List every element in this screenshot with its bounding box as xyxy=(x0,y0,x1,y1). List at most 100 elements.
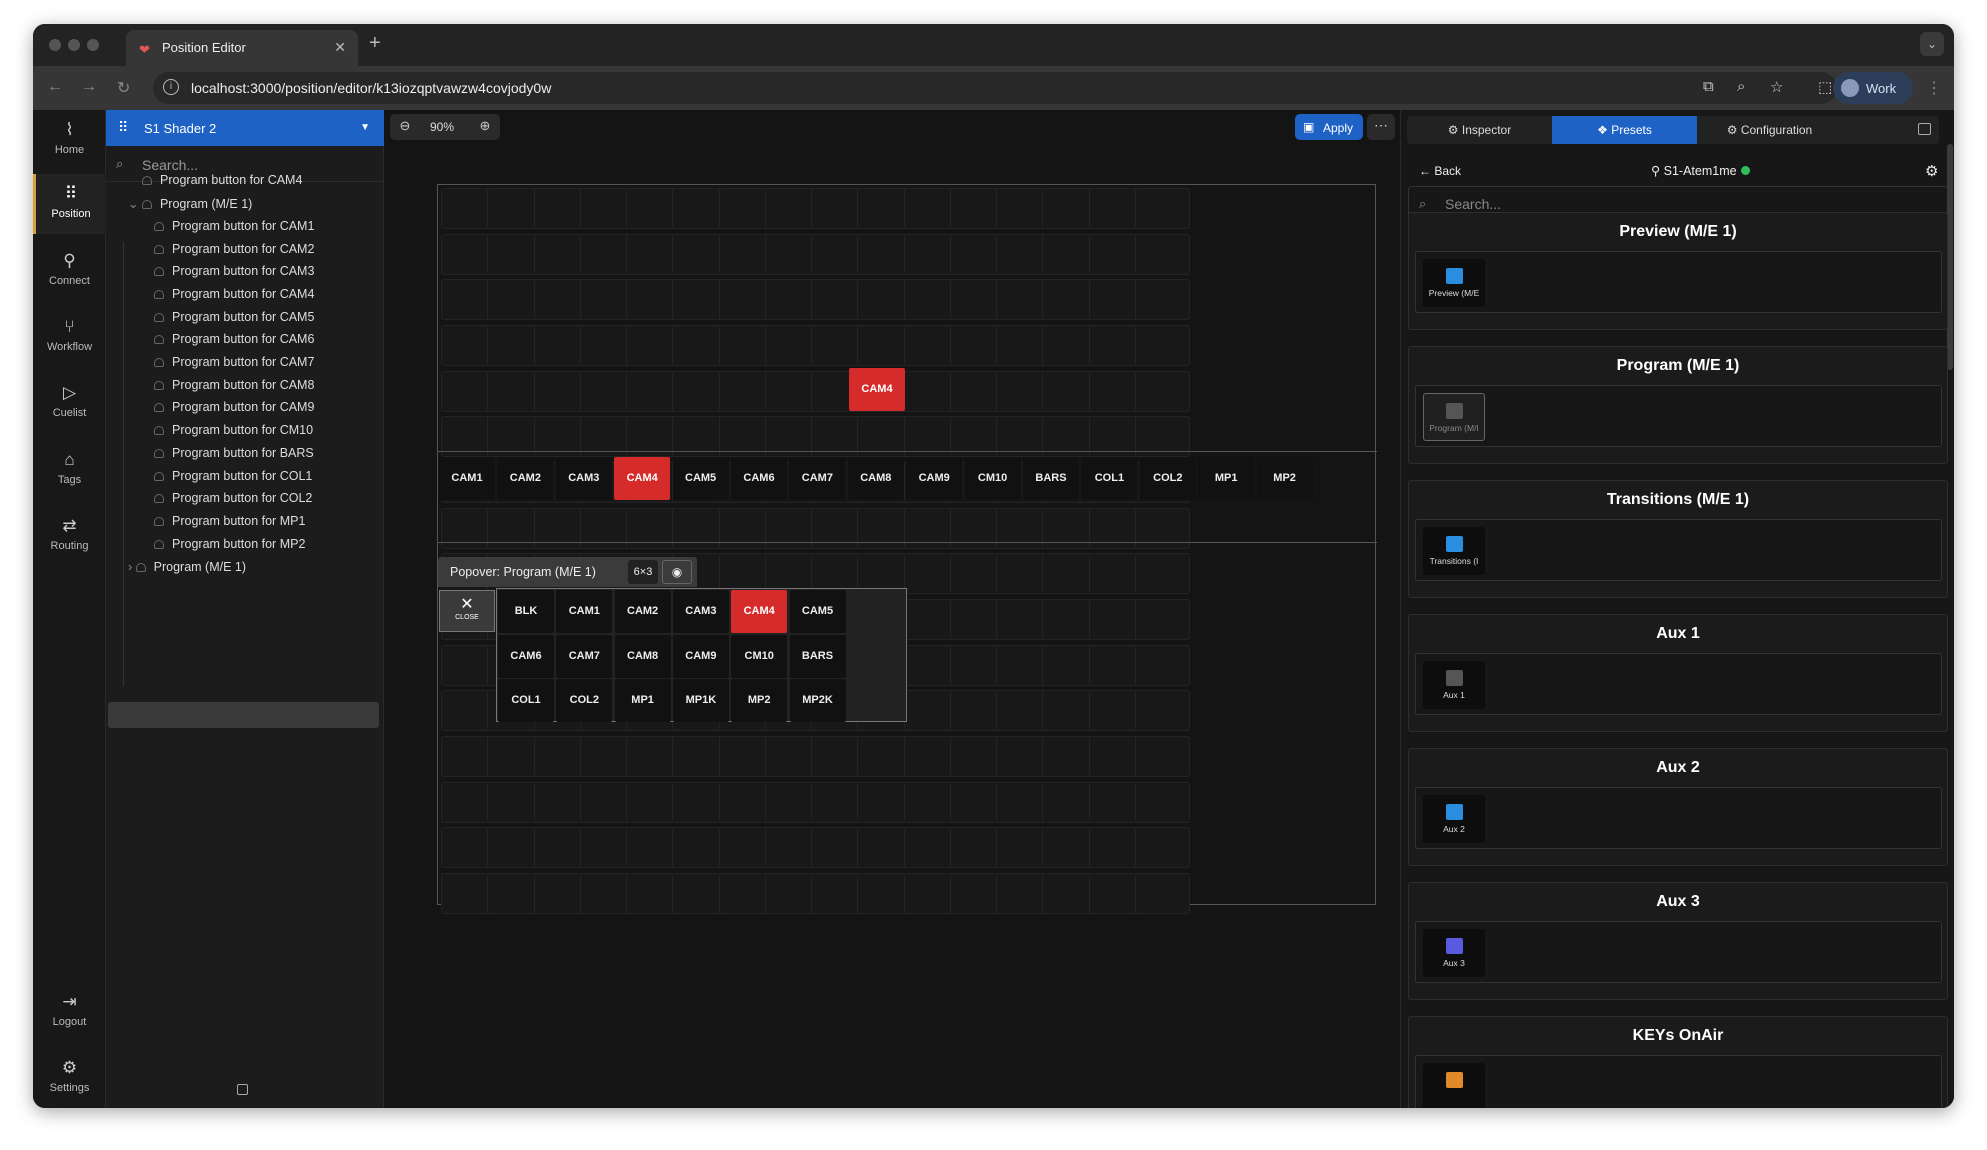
tab-configuration[interactable]: ⚙ Configuration xyxy=(1697,116,1842,144)
tab-presets[interactable]: ❖ Presets xyxy=(1552,116,1697,144)
popover-button[interactable]: CAM3 xyxy=(672,590,729,633)
tree-item[interactable]: › Program (M/E 1) xyxy=(128,560,246,582)
popover-button[interactable]: MP2K xyxy=(789,679,846,723)
grid-cell[interactable] xyxy=(1134,827,1190,869)
popover-button[interactable]: CAM1 xyxy=(556,590,613,633)
collapse-panel-icon[interactable] xyxy=(237,1084,248,1095)
popover-button[interactable]: CAM2 xyxy=(614,590,671,633)
sidebar-item-routing[interactable]: ⇄ Routing xyxy=(33,506,106,566)
tree-item[interactable]: Program button for MP1 xyxy=(154,514,305,536)
program-button[interactable]: CAM2 xyxy=(497,457,554,500)
chevron-right-icon[interactable]: › xyxy=(128,560,136,574)
tree-item[interactable]: Program button for CAM8 xyxy=(154,378,314,400)
program-button[interactable]: CAM9 xyxy=(906,457,963,500)
site-info-icon[interactable]: i xyxy=(163,79,179,95)
program-button[interactable]: CAM7 xyxy=(789,457,846,500)
preset-tile[interactable]: Aux 1 xyxy=(1423,661,1485,709)
chevron-down-icon[interactable]: ⌄ xyxy=(128,197,142,211)
program-button[interactable]: CAM8 xyxy=(847,457,904,500)
url-field[interactable]: i localhost:3000/position/editor/k13iozq… xyxy=(153,72,1837,104)
grid-cell[interactable] xyxy=(1134,735,1190,777)
popover-button[interactable]: MP1K xyxy=(672,679,729,723)
sidebar-item-position[interactable]: ⠿ Position xyxy=(33,174,106,234)
tree-item[interactable]: Program button for MP2 xyxy=(154,537,305,559)
sidebar-item-settings[interactable]: ⚙ Settings xyxy=(33,1048,106,1108)
grid-cell[interactable] xyxy=(1134,644,1190,686)
tree-item[interactable]: Program button for CAM6 xyxy=(154,332,314,354)
window-minimize-dot[interactable] xyxy=(68,39,80,51)
floating-cam4-button[interactable]: CAM4 xyxy=(849,368,905,411)
preset-tile[interactable]: Preview (M/E xyxy=(1423,259,1485,307)
program-button[interactable]: CM10 xyxy=(964,457,1021,500)
grid-cell[interactable] xyxy=(1134,872,1190,914)
zoom-in-icon[interactable]: ⊕ xyxy=(474,118,496,136)
popover-button[interactable]: MP1 xyxy=(614,679,671,723)
popover-button[interactable]: COL1 xyxy=(498,679,554,723)
popover-size[interactable]: 6×3 xyxy=(628,560,658,584)
grid-cell[interactable] xyxy=(1134,690,1190,732)
eye-icon[interactable]: ◉ xyxy=(662,560,692,584)
popover-button[interactable]: BARS xyxy=(789,634,846,678)
sidebar-item-workflow[interactable]: ⑂ Workflow xyxy=(33,307,106,367)
zoom-out-icon[interactable]: ⊖ xyxy=(394,118,416,136)
tree-item[interactable]: Program button for CAM1 xyxy=(154,219,314,241)
popover-button[interactable]: CAM5 xyxy=(789,590,846,633)
program-button[interactable]: CAM4 xyxy=(614,457,671,500)
tree-item[interactable]: Program button for CAM4 xyxy=(154,287,314,309)
preset-tile[interactable]: Aux 3 xyxy=(1423,929,1485,977)
profile-button[interactable]: Work xyxy=(1833,72,1913,104)
grid-cell[interactable] xyxy=(1134,233,1190,275)
preset-tile[interactable]: Aux 2 xyxy=(1423,795,1485,843)
extensions-icon[interactable]: ⬚ xyxy=(1818,78,1832,96)
popover-button[interactable]: MP2 xyxy=(731,679,788,723)
sidebar-item-connect[interactable]: ⚲ Connect xyxy=(33,241,106,301)
tab-inspector[interactable]: ⚙ Inspector xyxy=(1407,116,1552,144)
popover-button[interactable]: COL2 xyxy=(556,679,613,723)
gear-icon[interactable]: ⚙ xyxy=(1925,162,1938,180)
sidebar-item-home[interactable]: ⌇ Home xyxy=(33,110,106,170)
program-button[interactable]: COL1 xyxy=(1081,457,1138,500)
tree-item[interactable]: Program button for CAM5 xyxy=(154,310,314,332)
browser-tab[interactable]: ❤ Position Editor ✕ xyxy=(126,30,358,66)
tree-item[interactable]: ⌄ Program (M/E 1) xyxy=(128,196,252,218)
star-icon[interactable]: ☆ xyxy=(1770,78,1783,96)
grid-cell[interactable] xyxy=(1134,598,1190,640)
tree-item[interactable]: Program button for CAM3 xyxy=(154,264,314,286)
reload-icon[interactable]: ↻ xyxy=(117,78,130,98)
grid-cell[interactable] xyxy=(1134,188,1190,229)
popover-button[interactable]: CAM6 xyxy=(498,634,554,678)
more-options-button[interactable]: ⋯ xyxy=(1367,114,1395,140)
popover-button[interactable]: CAM4 xyxy=(731,590,788,633)
popover-button[interactable]: CAM9 xyxy=(672,634,729,678)
popover-button[interactable]: CAM8 xyxy=(614,634,671,678)
tree-item[interactable]: Program button for COL2 xyxy=(154,491,312,513)
zoom-icon[interactable]: ⌕ xyxy=(1737,78,1745,95)
clipboard-icon[interactable]: ⧉ xyxy=(1703,78,1714,95)
sidebar-item-cuelist[interactable]: ▷ Cuelist xyxy=(33,373,106,433)
program-button[interactable]: COL2 xyxy=(1139,457,1196,500)
new-tab-icon[interactable]: + xyxy=(369,32,381,55)
grid-cell[interactable] xyxy=(1134,370,1190,412)
tab-close-icon[interactable]: ✕ xyxy=(334,39,346,56)
tree-item[interactable]: Program button for CAM9 xyxy=(154,400,314,422)
preset-tile[interactable]: Program (M/I xyxy=(1423,393,1485,441)
program-button[interactable]: CAM3 xyxy=(555,457,612,500)
tree-item[interactable]: Program button for CAM4 xyxy=(142,173,302,195)
shader-select[interactable]: ⠿ S1 Shader 2 ▼ xyxy=(106,110,384,146)
program-button[interactable]: CAM5 xyxy=(672,457,729,500)
sidebar-item-logout[interactable]: ⇥ Logout xyxy=(33,982,106,1042)
popover-header[interactable]: Popover: Program (M/E 1) 6×3 ◉ xyxy=(438,557,697,587)
preset-tile[interactable] xyxy=(1423,1063,1485,1108)
sidebar-item-tags[interactable]: ⌂ Tags xyxy=(33,440,106,500)
grid-cell[interactable] xyxy=(1134,324,1190,366)
program-button[interactable]: BARS xyxy=(1023,457,1079,500)
tab-search-icon[interactable]: ⌄ xyxy=(1920,32,1944,56)
forward-arrow-icon[interactable]: → xyxy=(81,78,97,96)
browser-menu-icon[interactable]: ⋮ xyxy=(1926,78,1942,98)
dock-panel-icon[interactable] xyxy=(1918,123,1931,135)
preset-tile[interactable]: Transitions (I xyxy=(1423,527,1485,575)
program-button[interactable]: MP1 xyxy=(1198,457,1255,500)
popover-button[interactable]: BLK xyxy=(498,590,554,633)
program-button[interactable]: CAM1 xyxy=(439,457,495,500)
back-arrow-icon[interactable]: ← xyxy=(47,78,63,96)
